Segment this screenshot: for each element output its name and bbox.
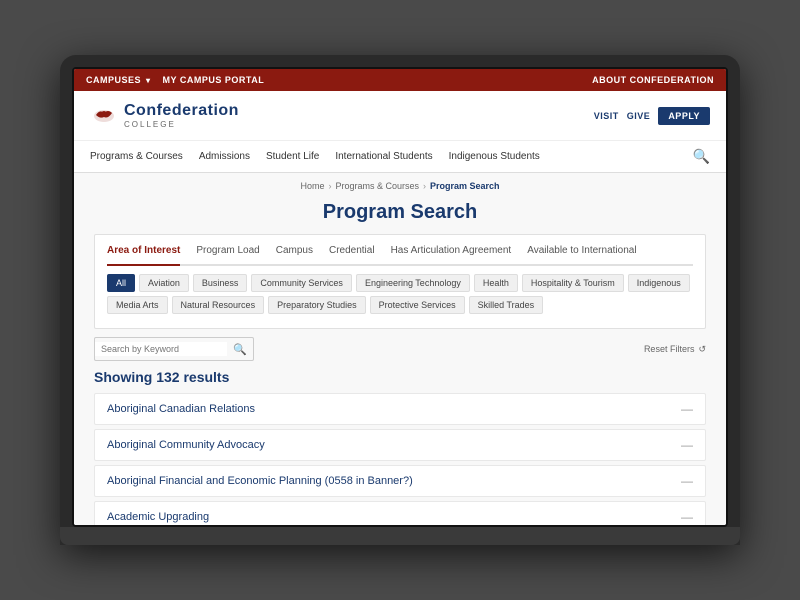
page-title: Program Search bbox=[94, 195, 706, 234]
nav-programs[interactable]: Programs & Courses bbox=[90, 143, 183, 170]
pill-hospitality-tourism[interactable]: Hospitality & Tourism bbox=[522, 274, 624, 292]
result-name: Aboriginal Community Advocacy bbox=[107, 439, 265, 451]
result-name: Aboriginal Financial and Economic Planni… bbox=[107, 475, 413, 487]
pill-engineering-technology[interactable]: Engineering Technology bbox=[356, 274, 470, 292]
logo-name: Confederation bbox=[124, 102, 239, 120]
breadcrumb-programs[interactable]: Programs & Courses bbox=[335, 181, 419, 191]
breadcrumb-sep-2: › bbox=[423, 181, 426, 191]
result-name: Aboriginal Canadian Relations bbox=[107, 403, 255, 415]
pill-skilled-trades[interactable]: Skilled Trades bbox=[469, 296, 544, 314]
filter-section: Area of Interest Program Load Campus Cre… bbox=[94, 234, 706, 329]
logo-text: Confederation COLLEGE bbox=[124, 102, 239, 129]
result-item[interactable]: Aboriginal Community Advocacy — bbox=[94, 429, 706, 461]
result-arrow-icon: — bbox=[681, 402, 693, 416]
give-button[interactable]: GIVE bbox=[627, 111, 651, 121]
tab-international[interactable]: Available to International bbox=[527, 243, 636, 258]
reset-icon: ↺ bbox=[698, 344, 706, 355]
category-pills: All Aviation Business Community Services… bbox=[107, 274, 693, 314]
main-content: Home › Programs & Courses › Program Sear… bbox=[74, 173, 726, 527]
campuses-chevron-icon: ▾ bbox=[146, 76, 151, 85]
apply-button[interactable]: APPLY bbox=[658, 107, 710, 125]
header-buttons: VISIT GIVE APPLY bbox=[594, 107, 710, 125]
breadcrumb-home[interactable]: Home bbox=[300, 181, 324, 191]
pill-community-services[interactable]: Community Services bbox=[251, 274, 352, 292]
result-item[interactable]: Academic Upgrading — bbox=[94, 501, 706, 527]
tab-articulation[interactable]: Has Articulation Agreement bbox=[391, 243, 512, 258]
result-item[interactable]: Aboriginal Canadian Relations — bbox=[94, 393, 706, 425]
nav-indigenous[interactable]: Indigenous Students bbox=[449, 143, 540, 170]
top-bar-left: CAMPUSES ▾ MY CAMPUS PORTAL bbox=[86, 75, 264, 85]
result-arrow-icon: — bbox=[681, 510, 693, 524]
reset-filters-button[interactable]: Reset Filters ↺ bbox=[644, 344, 706, 355]
nav-admissions[interactable]: Admissions bbox=[199, 143, 250, 170]
search-icon[interactable]: 🔍 bbox=[693, 148, 710, 165]
pill-all[interactable]: All bbox=[107, 274, 135, 292]
pill-preparatory-studies[interactable]: Preparatory Studies bbox=[268, 296, 366, 314]
results-count: Showing 132 results bbox=[94, 369, 706, 385]
result-arrow-icon: — bbox=[681, 438, 693, 452]
nav-student-life[interactable]: Student Life bbox=[266, 143, 319, 170]
tab-campus[interactable]: Campus bbox=[276, 243, 313, 258]
pill-indigenous[interactable]: Indigenous bbox=[628, 274, 690, 292]
header: Confederation COLLEGE VISIT GIVE APPLY bbox=[74, 91, 726, 141]
pill-natural-resources[interactable]: Natural Resources bbox=[172, 296, 265, 314]
pill-protective-services[interactable]: Protective Services bbox=[370, 296, 465, 314]
result-arrow-icon: — bbox=[681, 474, 693, 488]
search-input-wrap: 🔍 bbox=[94, 337, 254, 361]
tab-area-of-interest[interactable]: Area of Interest bbox=[107, 243, 180, 266]
search-button[interactable]: 🔍 bbox=[227, 341, 253, 358]
breadcrumb-current: Program Search bbox=[430, 181, 500, 191]
my-portal-link[interactable]: MY CAMPUS PORTAL bbox=[163, 75, 265, 85]
campuses-link[interactable]: CAMPUSES ▾ bbox=[86, 75, 151, 85]
pill-health[interactable]: Health bbox=[474, 274, 518, 292]
pill-media-arts[interactable]: Media Arts bbox=[107, 296, 168, 314]
breadcrumb-sep-1: › bbox=[328, 181, 331, 191]
search-row: 🔍 Reset Filters ↺ bbox=[94, 337, 706, 361]
logo-college: COLLEGE bbox=[124, 120, 239, 129]
main-nav: Programs & Courses Admissions Student Li… bbox=[74, 141, 726, 173]
logo-area[interactable]: Confederation COLLEGE bbox=[90, 102, 239, 129]
result-item[interactable]: Aboriginal Financial and Economic Planni… bbox=[94, 465, 706, 497]
tab-program-load[interactable]: Program Load bbox=[196, 243, 259, 258]
logo-bird-icon bbox=[90, 105, 118, 127]
search-input[interactable] bbox=[95, 342, 227, 356]
filter-tabs: Area of Interest Program Load Campus Cre… bbox=[107, 243, 693, 266]
top-bar-right: ABOUT CONFEDERATION bbox=[592, 75, 714, 85]
pill-business[interactable]: Business bbox=[193, 274, 248, 292]
nav-international[interactable]: International Students bbox=[335, 143, 432, 170]
nav-items: Programs & Courses Admissions Student Li… bbox=[90, 143, 693, 170]
breadcrumb: Home › Programs & Courses › Program Sear… bbox=[94, 173, 706, 195]
visit-button[interactable]: VISIT bbox=[594, 111, 619, 121]
top-bar: CAMPUSES ▾ MY CAMPUS PORTAL ABOUT CONFED… bbox=[74, 69, 726, 91]
result-name: Academic Upgrading bbox=[107, 511, 209, 523]
laptop-base bbox=[60, 527, 740, 545]
pill-aviation[interactable]: Aviation bbox=[139, 274, 189, 292]
tab-credential[interactable]: Credential bbox=[329, 243, 375, 258]
about-confederation-link[interactable]: ABOUT CONFEDERATION bbox=[592, 75, 714, 85]
